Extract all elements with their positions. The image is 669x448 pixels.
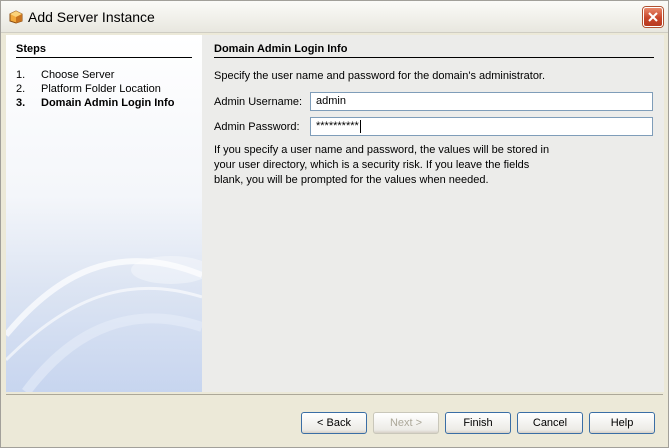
section-title: Domain Admin Login Info	[214, 43, 348, 55]
step-label: Domain Admin Login Info	[41, 97, 175, 109]
step-number: 1.	[16, 69, 26, 81]
help-button[interactable]: Help	[589, 412, 655, 434]
description-text: Specify the user name and password for t…	[214, 70, 546, 82]
admin-password-label: Admin Password:	[214, 121, 300, 133]
admin-username-label: Admin Username:	[214, 96, 303, 108]
steps-panel: Steps 1. Choose Server 2. Platform Folde…	[6, 35, 202, 392]
cancel-button[interactable]: Cancel	[517, 412, 583, 434]
steps-header: Steps	[16, 43, 46, 55]
step-number: 3.	[16, 97, 26, 109]
admin-username-input[interactable]: admin	[310, 92, 653, 111]
admin-password-value: **********	[316, 120, 359, 132]
main-panel: Domain Admin Login Info Specify the user…	[202, 35, 664, 392]
section-divider	[214, 57, 654, 58]
text-cursor	[359, 119, 361, 133]
close-button[interactable]	[643, 7, 663, 27]
step-number: 2.	[16, 83, 26, 95]
step-label: Choose Server	[41, 69, 115, 81]
back-button[interactable]: < Back	[301, 412, 367, 434]
netbeans-icon	[9, 10, 23, 24]
finish-button[interactable]: Finish	[445, 412, 511, 434]
admin-password-input[interactable]: **********	[310, 117, 653, 136]
admin-username-value: admin	[316, 95, 346, 107]
next-button[interactable]: Next >	[373, 412, 439, 434]
close-icon	[648, 12, 658, 22]
footer-divider	[6, 394, 663, 395]
dialog-window: Add Server Instance Steps 1. Choose Serv…	[0, 0, 669, 448]
steps-divider	[16, 57, 192, 58]
step-label: Platform Folder Location	[41, 83, 161, 95]
window-title: Add Server Instance	[28, 9, 155, 25]
title-bar[interactable]: Add Server Instance	[1, 1, 668, 33]
security-info-text: If you specify a user name and password,…	[214, 144, 550, 186]
